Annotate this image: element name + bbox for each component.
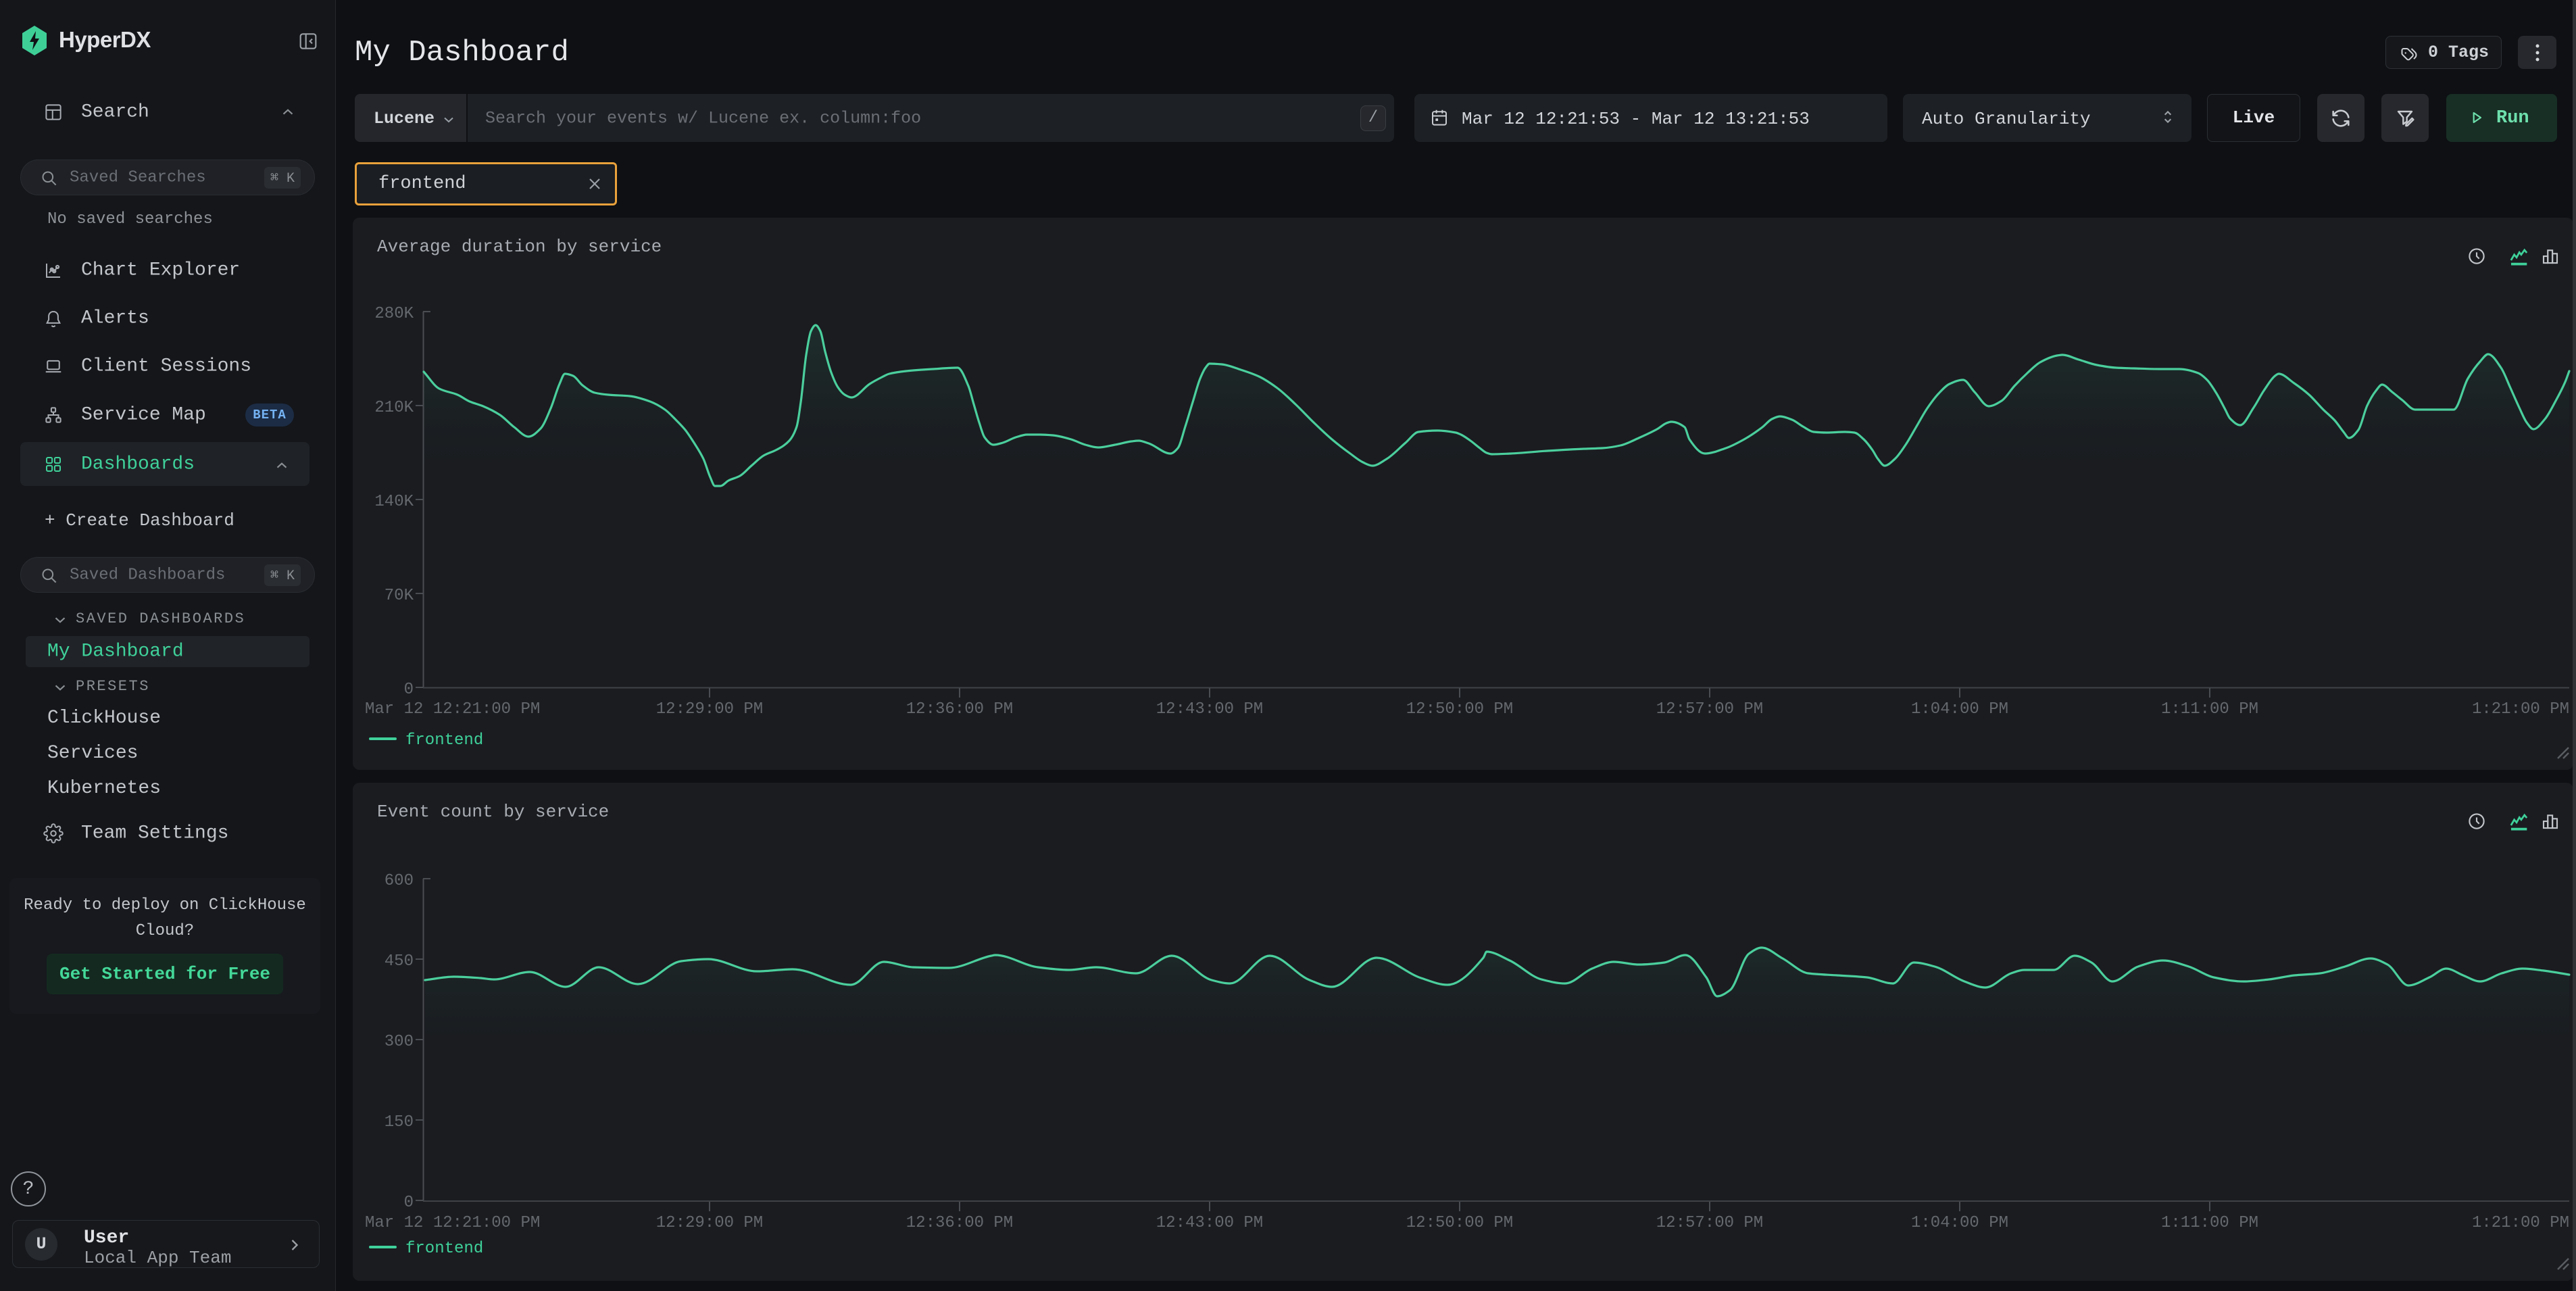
svg-text:12:43:00 PM: 12:43:00 PM	[1156, 700, 1263, 718]
svg-text:450: 450	[385, 952, 414, 971]
svg-text:150: 150	[385, 1113, 414, 1131]
svg-text:12:36:00 PM: 12:36:00 PM	[906, 1214, 1013, 1232]
svg-text:1:11:00 PM: 1:11:00 PM	[2161, 1214, 2258, 1232]
svg-text:12:29:00 PM: 12:29:00 PM	[656, 1214, 763, 1232]
svg-text:1:21:00 PM: 1:21:00 PM	[2472, 700, 2569, 718]
svg-text:12:50:00 PM: 12:50:00 PM	[1406, 1214, 1513, 1232]
svg-text:frontend: frontend	[405, 731, 483, 750]
svg-text:frontend: frontend	[405, 1240, 483, 1258]
svg-text:12:57:00 PM: 12:57:00 PM	[1656, 1214, 1763, 1232]
svg-text:1:11:00 PM: 1:11:00 PM	[2161, 700, 2258, 718]
svg-text:1:21:00 PM: 1:21:00 PM	[2472, 1214, 2569, 1232]
svg-text:210K: 210K	[374, 399, 414, 417]
svg-text:300: 300	[385, 1033, 414, 1051]
svg-text:600: 600	[385, 872, 414, 890]
svg-text:1:04:00 PM: 1:04:00 PM	[1911, 1214, 2008, 1232]
svg-text:Mar 12 12:21:00 PM: Mar 12 12:21:00 PM	[365, 700, 540, 718]
svg-text:1:04:00 PM: 1:04:00 PM	[1911, 700, 2008, 718]
svg-text:12:57:00 PM: 12:57:00 PM	[1656, 700, 1763, 718]
svg-text:12:43:00 PM: 12:43:00 PM	[1156, 1214, 1263, 1232]
svg-text:12:36:00 PM: 12:36:00 PM	[906, 700, 1013, 718]
svg-text:0: 0	[404, 681, 414, 699]
svg-text:12:29:00 PM: 12:29:00 PM	[656, 700, 763, 718]
svg-text:280K: 280K	[374, 305, 414, 323]
svg-text:70K: 70K	[385, 587, 414, 605]
svg-text:Mar 12 12:21:00 PM: Mar 12 12:21:00 PM	[365, 1214, 540, 1232]
svg-text:12:50:00 PM: 12:50:00 PM	[1406, 700, 1513, 718]
svg-text:0: 0	[404, 1194, 414, 1212]
svg-text:140K: 140K	[374, 493, 414, 511]
